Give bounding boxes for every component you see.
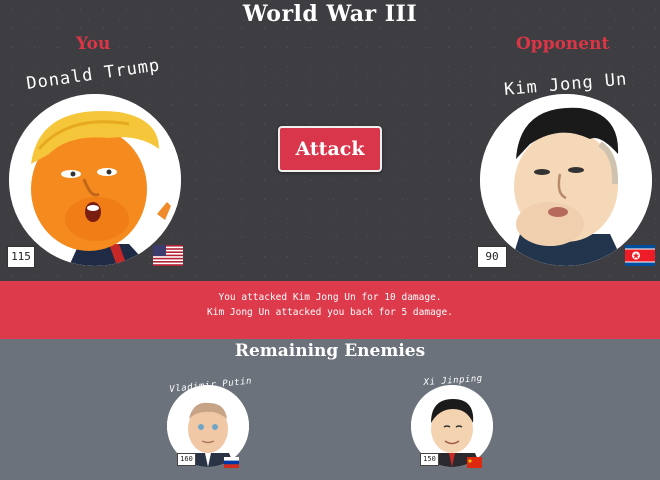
attack-button[interactable]: Attack bbox=[278, 126, 382, 172]
opponent-side-label: Opponent bbox=[516, 34, 610, 54]
enemy-hp: 150 bbox=[420, 453, 439, 466]
remaining-enemies-title: Remaining Enemies bbox=[234, 341, 426, 361]
game-title: World War III bbox=[242, 1, 418, 27]
opponent-hp: 90 bbox=[477, 246, 507, 268]
opponent-portrait bbox=[480, 94, 652, 266]
kim-caricature-icon bbox=[480, 94, 652, 266]
usa-flag-icon bbox=[153, 245, 183, 266]
trump-caricature-icon bbox=[9, 94, 181, 266]
player-side-label: You bbox=[76, 34, 111, 54]
battle-log-line: You attacked Kim Jong Un for 10 damage. bbox=[218, 292, 442, 303]
player-portrait bbox=[9, 94, 181, 266]
north-korea-flag-icon bbox=[625, 245, 655, 266]
player-hp: 115 bbox=[7, 246, 35, 268]
battle-log-line: Kim Jong Un attacked you back for 5 dama… bbox=[207, 307, 453, 318]
enemy-hp: 160 bbox=[177, 453, 196, 466]
russia-flag-icon bbox=[224, 453, 239, 468]
china-flag-icon bbox=[467, 453, 482, 468]
